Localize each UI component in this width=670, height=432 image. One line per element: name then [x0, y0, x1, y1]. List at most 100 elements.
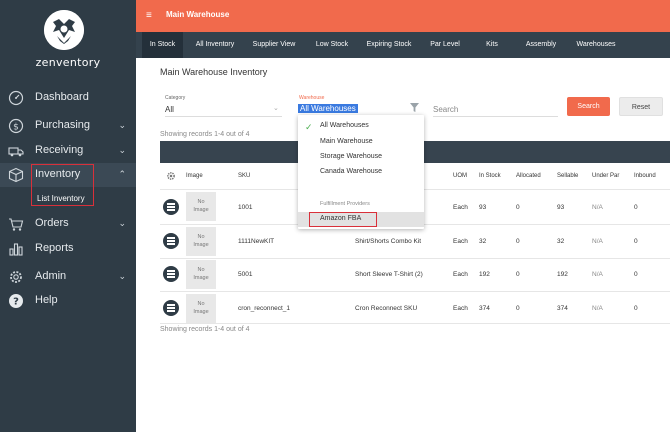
sidebar-item-label: Orders	[35, 217, 69, 229]
tab-warehouses[interactable]: Warehouses	[572, 32, 620, 58]
cell-uom: Each	[453, 271, 468, 278]
cell-allocated: 0	[516, 305, 520, 312]
gear-icon	[10, 271, 22, 283]
sidebar-item-admin[interactable]: Admin ⌄	[0, 265, 136, 289]
row-menu-icon[interactable]	[163, 266, 179, 282]
tab-low-stock[interactable]: Low Stock	[310, 32, 354, 58]
dropdown-option-all-warehouses[interactable]: All Warehouses	[320, 122, 369, 129]
annotation-highlight	[309, 212, 377, 227]
column-header-image: Image	[186, 173, 203, 179]
logo-mark-icon	[44, 10, 84, 50]
column-header-inbound[interactable]: Inbound	[634, 173, 656, 179]
cell-under-par: N/A	[592, 305, 603, 312]
top-bar: ≡ Main Warehouse	[136, 0, 670, 32]
sidebar-item-label: Reports	[35, 242, 74, 254]
cell-sku[interactable]: 1111NewKIT	[238, 238, 274, 245]
cell-inbound: 0	[634, 238, 638, 245]
tab-assembly[interactable]: Assembly	[520, 32, 562, 58]
no-image-placeholder: No Image	[186, 227, 216, 256]
cell-sellable: 374	[557, 305, 568, 312]
column-header-uom[interactable]: UOM	[453, 173, 467, 179]
cell-description: Shirt/Shorts Combo Kit	[355, 238, 422, 245]
cell-inbound: 0	[634, 204, 638, 211]
sidebar-item-dashboard[interactable]: Dashboard	[0, 86, 136, 110]
warehouse-value: All Warehouses	[298, 104, 358, 113]
sidebar-item-label: Dashboard	[35, 91, 89, 103]
column-header-in-stock[interactable]: In Stock	[479, 173, 501, 179]
sidebar-item-label: Receiving	[35, 144, 84, 156]
sidebar-item-reports[interactable]: Reports	[0, 237, 136, 261]
gauge-icon	[8, 90, 24, 106]
gear-icon[interactable]	[166, 171, 176, 181]
question-circle-icon: ?	[9, 294, 23, 308]
no-image-placeholder: No Image	[186, 192, 216, 221]
cell-sellable: 192	[557, 271, 568, 278]
sidebar-item-purchasing[interactable]: $ Purchasing ⌄	[0, 114, 136, 138]
sidebar-item-receiving[interactable]: Receiving ⌄	[0, 139, 136, 163]
warehouse-label: Warehouse	[299, 95, 325, 101]
bar-chart-icon	[9, 243, 23, 256]
cell-in-stock: 374	[479, 305, 490, 312]
cart-icon	[9, 218, 24, 231]
cell-inbound: 0	[634, 271, 638, 278]
tab-par-level[interactable]: Par Level	[425, 32, 465, 58]
column-header-under-par[interactable]: Under Par	[592, 173, 619, 179]
no-image-placeholder: No Image	[186, 260, 216, 289]
cell-uom: Each	[453, 305, 468, 312]
dropdown-option-main-warehouse[interactable]: Main Warehouse	[320, 138, 373, 145]
cell-sku[interactable]: 1001	[238, 204, 252, 211]
search-button[interactable]: Search	[567, 97, 610, 116]
sidebar-item-label: Help	[35, 294, 58, 306]
cell-description: Short Sleeve T-Shirt (2)	[355, 271, 423, 278]
cell-sku[interactable]: cron_reconnect_1	[238, 305, 290, 312]
cell-allocated: 0	[516, 238, 520, 245]
cell-uom: Each	[453, 204, 468, 211]
checkmark-icon: ✓	[305, 122, 313, 132]
dropdown-group-label: Fulfillment Providers	[320, 201, 370, 207]
dropdown-option-storage-warehouse[interactable]: Storage Warehouse	[320, 153, 382, 160]
records-count-top: Showing records 1-4 out of 4	[160, 131, 250, 138]
cell-sku[interactable]: 5001	[238, 271, 252, 278]
tab-supplier-view[interactable]: Supplier View	[249, 32, 299, 58]
truck-icon	[8, 147, 24, 157]
box-icon	[8, 167, 24, 183]
records-count-bottom: Showing records 1-4 out of 4	[160, 326, 250, 333]
annotation-highlight	[31, 164, 94, 206]
tab-kits[interactable]: Kits	[480, 32, 504, 58]
cell-sellable: 93	[557, 204, 565, 211]
tab-in-stock[interactable]: In Stock	[142, 32, 183, 58]
sidebar-item-orders[interactable]: Orders ⌄	[0, 212, 136, 236]
cell-under-par: N/A	[592, 271, 603, 278]
logo[interactable]: zenventory	[0, 0, 136, 76]
cell-sellable: 32	[557, 238, 565, 245]
menu-collapse-icon[interactable]: ≡	[146, 10, 152, 21]
chevron-down-icon: ⌄	[118, 120, 126, 130]
category-label: Category	[165, 95, 186, 101]
dropdown-option-canada-warehouse[interactable]: Canada Warehouse	[320, 168, 382, 175]
row-menu-icon[interactable]	[163, 300, 179, 316]
search-input[interactable]: Search	[433, 105, 458, 114]
warehouse-dropdown-menu: ✓ All Warehouses Main Warehouse Storage …	[298, 115, 424, 229]
tab-expiring-stock[interactable]: Expiring Stock	[362, 32, 416, 58]
row-menu-icon[interactable]	[163, 199, 179, 215]
column-header-allocated[interactable]: Allocated	[516, 173, 541, 179]
cell-in-stock: 192	[479, 271, 490, 278]
cell-in-stock: 32	[479, 238, 487, 245]
column-header-sku[interactable]: SKU	[238, 173, 250, 179]
tab-all-inventory[interactable]: All Inventory	[190, 32, 240, 58]
column-header-sellable[interactable]: Sellable	[557, 173, 578, 179]
tab-bar: In Stock All Inventory Supplier View Low…	[136, 32, 670, 58]
sidebar-item-label: Admin	[35, 270, 67, 282]
page-title: Main Warehouse Inventory	[160, 67, 268, 77]
cell-inbound: 0	[634, 305, 638, 312]
cell-under-par: N/A	[592, 204, 603, 211]
chevron-down-icon: ⌄	[118, 218, 126, 228]
cell-under-par: N/A	[592, 238, 603, 245]
row-menu-icon[interactable]	[163, 233, 179, 249]
cell-in-stock: 93	[479, 204, 487, 211]
cell-allocated: 0	[516, 204, 520, 211]
reset-button[interactable]: Reset	[619, 97, 663, 116]
dollar-circle-icon: $	[8, 118, 24, 134]
sidebar-item-help[interactable]: ? Help	[0, 289, 136, 313]
cell-uom: Each	[453, 238, 468, 245]
